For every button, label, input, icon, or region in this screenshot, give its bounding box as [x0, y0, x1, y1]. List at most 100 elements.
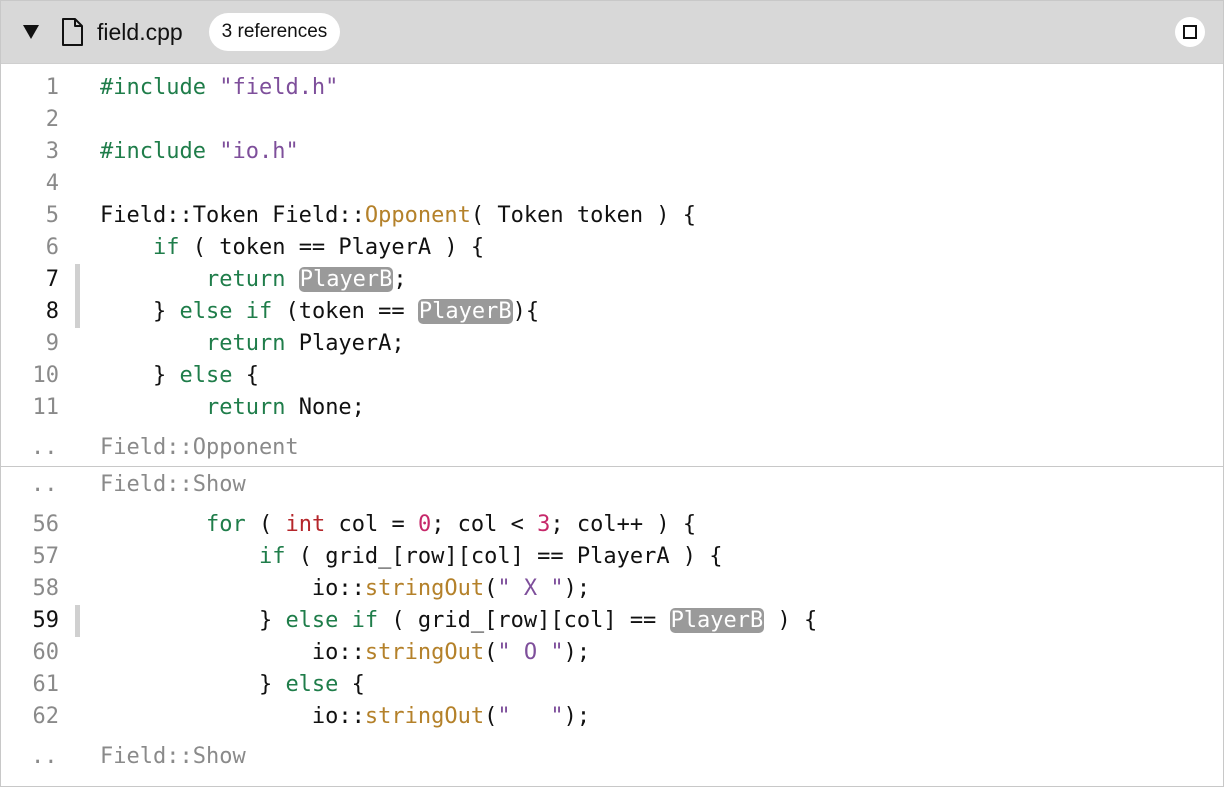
- code-line[interactable]: 60 io::stringOut(" O ");: [1, 637, 1223, 669]
- code-line[interactable]: 4: [1, 168, 1223, 200]
- line-number: 57: [32, 544, 60, 569]
- code-token: }: [100, 299, 180, 324]
- code-line[interactable]: 3 #include "io.h": [1, 136, 1223, 168]
- reference-marker: [75, 296, 80, 328]
- code-line[interactable]: 11 return None;: [1, 392, 1223, 424]
- line-number: 9: [45, 331, 59, 356]
- line-number: 56: [32, 512, 60, 537]
- code-token: {: [232, 363, 259, 388]
- code-text: return None;: [100, 392, 365, 424]
- peek-header: field.cpp 3 references: [1, 1, 1223, 64]
- line-number: 6: [45, 235, 59, 260]
- line-number: 5: [45, 203, 59, 228]
- close-button[interactable]: [1175, 17, 1205, 47]
- code-token: ( grid_[row][col] == PlayerA ) {: [285, 544, 723, 569]
- code-token: 0: [417, 512, 432, 537]
- code-line[interactable]: 61 } else {: [1, 669, 1223, 701]
- references-badge[interactable]: 3 references: [208, 13, 341, 51]
- code-token: );: [563, 576, 591, 601]
- line-number: 1: [45, 75, 59, 100]
- code-token: else: [179, 363, 233, 388]
- code-line[interactable]: 58 io::stringOut(" X ");: [1, 573, 1223, 605]
- line-number: 61: [32, 672, 60, 697]
- code-token: if: [152, 235, 180, 260]
- code-area: 1 #include "field.h" 2 3 #include "io.h" 4 5 Fi…: [1, 64, 1223, 775]
- line-number: 58: [32, 576, 60, 601]
- reference-highlight[interactable]: PlayerB: [417, 299, 513, 324]
- code-line[interactable]: 10 } else {: [1, 360, 1223, 392]
- code-token: Opponent: [364, 203, 471, 228]
- code-token: #include: [100, 139, 206, 164]
- references-peek-panel: field.cpp 3 references 1 #include "field.…: [0, 0, 1224, 787]
- code-line[interactable]: 56 for ( int col = 0; col < 3; col++ ) {: [1, 509, 1223, 541]
- fold-scope-label: Field::Show: [100, 744, 246, 769]
- code-token: io::: [100, 704, 365, 729]
- code-token: ;: [393, 267, 407, 292]
- code-token: ) {: [764, 608, 818, 633]
- code-text: if ( token == PlayerA ) {: [100, 232, 484, 264]
- code-text: for ( int col = 0; col < 3; col++ ) {: [100, 509, 696, 541]
- code-text: io::stringOut(" X ");: [100, 573, 590, 605]
- code-token: " O ": [497, 640, 564, 665]
- code-text: io::stringOut(" O ");: [100, 637, 590, 669]
- code-line[interactable]: 57 if ( grid_[row][col] == PlayerA ) {: [1, 541, 1223, 573]
- code-text: #include "io.h": [100, 136, 299, 168]
- file-name[interactable]: field.cpp: [97, 19, 183, 46]
- code-token: }: [100, 608, 286, 633]
- code-token: (token ==: [272, 299, 418, 324]
- fold-header[interactable]: .. Field::Show: [1, 467, 1223, 503]
- reference-highlight[interactable]: PlayerB: [669, 608, 765, 633]
- code-line[interactable]: 8 } else if (token == PlayerB){: [1, 296, 1223, 328]
- code-line[interactable]: 2: [1, 104, 1223, 136]
- code-token: stringOut: [364, 640, 485, 665]
- line-number: 8: [45, 299, 59, 324]
- reference-highlight[interactable]: PlayerB: [298, 267, 394, 292]
- code-text: } else {: [100, 360, 259, 392]
- code-token: return: [205, 267, 286, 292]
- code-line[interactable]: 5 Field::Token Field::Opponent( Token tok…: [1, 200, 1223, 232]
- code-section: 1 #include "field.h" 2 3 #include "io.h" 4 5 Fi…: [1, 72, 1223, 466]
- code-token: ( grid_[row][col] ==: [378, 608, 670, 633]
- code-token: ){: [512, 299, 540, 324]
- code-token: (: [484, 576, 498, 601]
- collapse-toggle-icon[interactable]: [23, 25, 39, 39]
- code-token: int: [285, 512, 326, 537]
- line-number: 59: [32, 608, 60, 633]
- code-token: }: [100, 672, 286, 697]
- code-text: io::stringOut(" ");: [100, 701, 590, 733]
- code-text: #include "field.h": [100, 72, 338, 104]
- code-token: None;: [285, 395, 365, 420]
- code-text: } else if (token == PlayerB){: [100, 296, 539, 328]
- line-number: 60: [32, 640, 60, 665]
- code-line[interactable]: 1 #include "field.h": [1, 72, 1223, 104]
- fold-dots: ..: [31, 435, 58, 460]
- code-text: } else if ( grid_[row][col] == PlayerB )…: [100, 605, 817, 637]
- code-token: for: [205, 512, 246, 537]
- code-token: PlayerA;: [285, 331, 405, 356]
- code-token: " ": [497, 704, 564, 729]
- line-number: 10: [32, 363, 60, 388]
- code-token: );: [563, 704, 591, 729]
- code-line[interactable]: 59 } else if ( grid_[row][col] == Player…: [1, 605, 1223, 637]
- fold-footer[interactable]: .. Field::Opponent: [1, 430, 1223, 466]
- code-line[interactable]: 7 return PlayerB;: [1, 264, 1223, 296]
- line-number: 2: [45, 107, 59, 132]
- fold-footer[interactable]: .. Field::Show: [1, 739, 1223, 775]
- code-token: io::: [100, 576, 365, 601]
- code-token: {: [338, 672, 365, 697]
- code-line[interactable]: 6 if ( token == PlayerA ) {: [1, 232, 1223, 264]
- code-text: return PlayerA;: [100, 328, 405, 360]
- code-line[interactable]: 9 return PlayerA;: [1, 328, 1223, 360]
- code-line[interactable]: 62 io::stringOut(" ");: [1, 701, 1223, 733]
- code-token: else if: [179, 299, 273, 324]
- code-token: else: [285, 672, 339, 697]
- code-token: 3: [537, 512, 551, 537]
- reference-marker: [75, 605, 80, 637]
